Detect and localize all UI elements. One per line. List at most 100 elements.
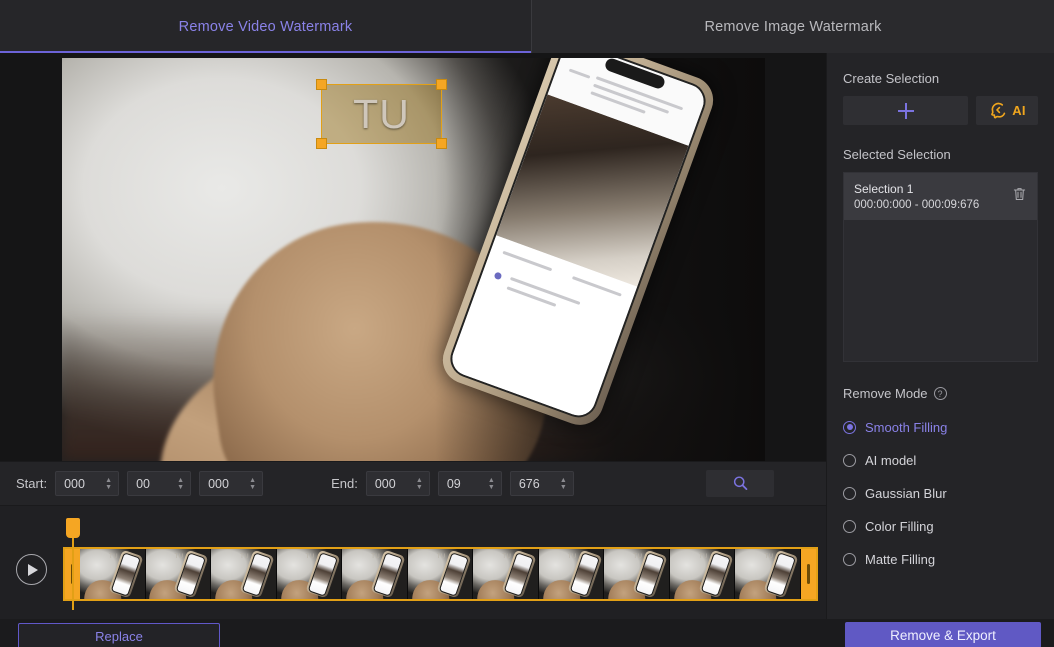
export-button-label: Remove & Export <box>890 627 996 643</box>
remove-mode-label: Matte Filling <box>865 551 936 567</box>
create-selection-title: Create Selection <box>843 71 940 86</box>
timeline-thumbnail[interactable]: TU <box>276 549 343 599</box>
remove-mode-options: Smooth Filling AI model Gaussian Blur Color… <box>843 414 1038 572</box>
thumbnail-watermark: TU <box>698 554 708 560</box>
end-label: End: <box>331 476 358 491</box>
end-milliseconds-stepper[interactable]: ▲ ▼ <box>560 477 567 491</box>
tab-label: Remove Image Watermark <box>704 18 882 35</box>
start-milliseconds-value: 000 <box>208 476 229 491</box>
magnifier-preview-icon <box>733 476 747 491</box>
tab-label: Remove Video Watermark <box>178 18 353 35</box>
tab-remove-image-watermark[interactable]: Remove Image Watermark <box>531 0 1054 53</box>
thumbnail-watermark: TU <box>305 554 315 560</box>
end-seconds-value: 09 <box>446 476 461 491</box>
radio-button[interactable] <box>843 453 856 467</box>
radio-button[interactable] <box>843 519 856 533</box>
resize-handle-top-left[interactable] <box>316 79 327 90</box>
timeline-thumbnail[interactable]: TU <box>145 549 212 599</box>
remove-mode-option-ai-model[interactable]: AI model <box>843 447 1038 473</box>
start-milliseconds-stepper[interactable]: ▲ ▼ <box>249 477 256 491</box>
thumbnail-watermark: TU <box>371 554 381 560</box>
thumbnail-watermark: TU <box>633 554 643 560</box>
start-label: Start: <box>16 476 48 491</box>
end-seconds-stepper[interactable]: ▲ ▼ <box>488 477 495 491</box>
timeline-thumbnail[interactable]: TU <box>473 549 539 599</box>
end-seconds-input[interactable]: 09 ▲ ▼ <box>437 471 502 496</box>
start-seconds-input[interactable]: 00 ▲ ▼ <box>127 471 192 496</box>
start-minutes-stepper[interactable]: ▲ ▼ <box>105 477 112 491</box>
right-panel: Create Selection AI Selected Selection S… <box>826 53 1054 619</box>
clip-trim-handle-right[interactable] <box>801 549 816 599</box>
start-milliseconds-input[interactable]: 000 ▲ ▼ <box>199 471 264 496</box>
thumbnail-watermark: TU <box>567 554 577 560</box>
trash-icon <box>1013 188 1026 201</box>
remove-mode-header: Remove Mode ? <box>843 386 1038 401</box>
video-stage: TU <box>0 53 826 461</box>
selection-list[interactable]: Selection 1 000:00:000 - 000:09:676 <box>843 172 1038 362</box>
remove-mode-option-matte-filling[interactable]: Matte Filling <box>843 546 1038 572</box>
timeline-clip[interactable]: TU TU TU TU TU TU TU TU TU TU TU <box>63 547 818 601</box>
remove-and-export-button[interactable]: Remove & Export <box>845 622 1041 647</box>
timeline-thumbnail[interactable]: TU <box>604 549 670 599</box>
start-seconds-stepper[interactable]: ▲ ▼ <box>177 477 184 491</box>
plus-icon <box>897 102 914 119</box>
playhead[interactable] <box>66 518 80 610</box>
replace-button[interactable]: Replace <box>18 623 220 647</box>
watermark-selection-box[interactable]: TU <box>316 79 447 149</box>
remove-mode-option-color-filling[interactable]: Color Filling <box>843 513 1038 539</box>
remove-mode-option-gaussian-blur[interactable]: Gaussian Blur <box>843 480 1038 506</box>
remove-mode-label: Smooth Filling <box>865 419 948 435</box>
timeline-thumbnail[interactable]: TU <box>407 549 474 599</box>
playhead-handle[interactable] <box>66 518 80 538</box>
start-seconds-value: 00 <box>136 476 150 491</box>
remove-mode-label: Gaussian Blur <box>865 485 947 501</box>
time-control-bar: Start: 000 ▲ ▼ 00 ▲ ▼ 000 ▲ ▼ End: 000 ▲ ▼ 0… <box>0 461 826 506</box>
remove-mode-label: AI model <box>865 452 917 468</box>
timeline: TU TU TU TU TU TU TU TU TU TU TU <box>0 506 826 619</box>
end-minutes-input[interactable]: 000 ▲ ▼ <box>365 471 430 496</box>
timeline-thumbnail[interactable]: TU <box>735 549 801 599</box>
selected-selection-title: Selected Selection <box>843 147 951 162</box>
thumbnail-watermark: TU <box>764 554 774 560</box>
resize-handle-bottom-left[interactable] <box>316 138 327 149</box>
radio-button[interactable] <box>843 552 856 566</box>
play-icon <box>28 563 38 576</box>
radio-button[interactable] <box>843 420 856 434</box>
thumbnail-watermark: TU <box>109 554 119 560</box>
end-minutes-value: 000 <box>374 476 396 491</box>
timeline-thumbnail[interactable]: TU <box>211 549 277 599</box>
thumbnail-watermark: TU <box>240 554 250 560</box>
video-preview[interactable]: TU <box>62 58 765 461</box>
timeline-thumbnail[interactable]: TU <box>80 549 146 599</box>
end-milliseconds-input[interactable]: 676 ▲ ▼ <box>509 471 574 496</box>
timeline-thumbnail[interactable]: TU <box>669 549 736 599</box>
remove-mode-title: Remove Mode <box>843 386 928 401</box>
delete-selection-button[interactable] <box>1012 186 1027 207</box>
end-minutes-stepper[interactable]: ▲ ▼ <box>416 477 423 491</box>
radio-button[interactable] <box>843 486 856 500</box>
resize-handle-bottom-right[interactable] <box>436 138 447 149</box>
selection-range: 000:00:000 - 000:09:676 <box>854 199 980 211</box>
resize-handle-top-right[interactable] <box>436 79 447 90</box>
list-item[interactable]: Selection 1 000:00:000 - 000:09:676 <box>844 173 1037 220</box>
replace-button-label: Replace <box>95 628 143 644</box>
remove-mode-option-smooth-filling[interactable]: Smooth Filling <box>843 414 1038 440</box>
timeline-thumbnail[interactable]: TU <box>342 549 408 599</box>
start-minutes-input[interactable]: 000 ▲ ▼ <box>55 471 120 496</box>
tab-remove-video-watermark[interactable]: Remove Video Watermark <box>0 0 531 53</box>
thumbnail-watermark: TU <box>436 554 446 560</box>
timeline-thumbnail[interactable]: TU <box>538 549 605 599</box>
bottom-bar: Replace Remove & Export <box>0 619 1054 647</box>
remove-mode-label: Color Filling <box>865 518 934 534</box>
end-milliseconds-value: 676 <box>518 476 540 491</box>
grip-line <box>807 564 810 584</box>
selection-info: Selection 1 000:00:000 - 000:09:676 <box>854 182 1012 211</box>
ai-selection-button[interactable]: AI <box>976 96 1038 125</box>
play-button[interactable] <box>16 554 47 585</box>
thumbnail-watermark: TU <box>502 554 512 560</box>
add-selection-button[interactable] <box>843 96 968 125</box>
question-mark-icon[interactable]: ? <box>933 387 947 400</box>
preview-button[interactable] <box>706 470 774 497</box>
timeline-thumbnails[interactable]: TU TU TU TU TU TU TU TU TU TU TU <box>80 549 801 599</box>
thumbnail-watermark: TU <box>174 554 184 560</box>
